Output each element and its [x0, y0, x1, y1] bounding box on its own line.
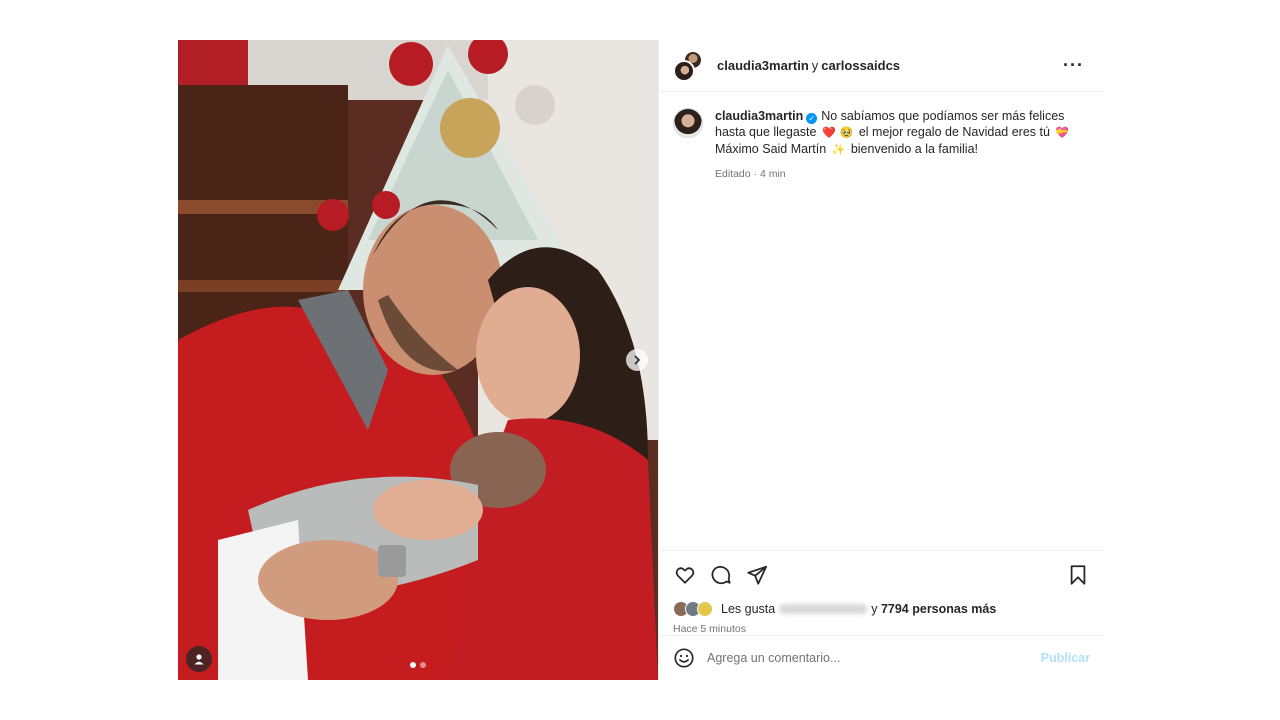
authors-conjunction: y — [811, 58, 819, 73]
post-caption: claudia3martin ✓ No sabíamos que podíamos … — [659, 92, 1102, 180]
post-side-panel: claudia3martin y carlossaidcs ··· claudia3… — [658, 40, 1102, 680]
post-dialog: claudia3martin y carlossaidcs ··· claudia3… — [178, 40, 1102, 680]
author-username-2[interactable]: carlossaidcs — [821, 58, 900, 73]
blurred-username — [779, 604, 868, 614]
likes-joiner: y — [871, 602, 878, 616]
carousel-dot — [420, 662, 426, 668]
action-bar — [659, 551, 1102, 599]
likes-summary[interactable]: Les gusta y 7794 personas más — [659, 599, 1102, 619]
post-photo — [178, 40, 658, 680]
post-header: claudia3martin y carlossaidcs ··· — [659, 40, 1102, 92]
likes-count[interactable]: 7794 personas más — [881, 602, 996, 616]
comment-icon — [711, 565, 731, 585]
emoji-picker-icon[interactable] — [673, 647, 695, 669]
liker-avatars — [673, 600, 717, 618]
user-tag-icon — [194, 654, 204, 665]
send-icon — [747, 565, 768, 585]
collab-avatars[interactable] — [673, 49, 705, 82]
caption-meta: Editado · 4 min — [715, 168, 786, 180]
author-username-1[interactable]: claudia3martin — [717, 58, 809, 73]
share-button[interactable] — [745, 563, 769, 587]
more-horizontal-icon: ··· — [1063, 55, 1084, 75]
avatar — [697, 601, 713, 617]
emoji: ❤️ — [821, 127, 836, 139]
chevron-right-icon — [634, 355, 641, 365]
avatar — [673, 59, 695, 82]
emoji: 🥹 — [839, 127, 854, 139]
caption-text: claudia3martin ✓ No sabíamos que podíamos … — [715, 108, 1090, 158]
comment-bar: Publicar — [659, 635, 1102, 680]
emoji: 💝 — [1055, 127, 1070, 139]
save-button[interactable] — [1066, 563, 1090, 587]
caption-username[interactable]: claudia3martin — [715, 109, 803, 123]
caption-part-2: el mejor regalo de Navidad eres tú — [858, 125, 1050, 139]
more-options-button[interactable]: ··· — [1057, 53, 1090, 78]
emoji: ✨ — [831, 144, 846, 156]
caption-part-3: Máximo Said Martín — [715, 142, 827, 156]
caption-part-4: bienvenido a la familia! — [850, 142, 978, 156]
verified-badge-icon: ✓ — [806, 113, 818, 124]
post-media — [178, 40, 658, 680]
carousel-indicator — [178, 662, 658, 668]
tagged-users-button[interactable] — [186, 646, 212, 672]
heart-icon — [675, 567, 695, 584]
avatar[interactable] — [673, 108, 703, 138]
bookmark-icon — [1070, 565, 1086, 585]
carousel-dot-active — [410, 662, 416, 668]
like-button[interactable] — [673, 563, 697, 587]
likes-prefix: Les gusta — [721, 602, 776, 616]
next-slide-button[interactable] — [626, 349, 648, 371]
post-footer: Les gusta y 7794 personas más Hace 5 min… — [659, 550, 1102, 641]
publish-button[interactable]: Publicar — [1041, 651, 1090, 665]
comment-button[interactable] — [709, 563, 733, 587]
comment-input[interactable] — [707, 651, 1041, 665]
post-authors: claudia3martin y carlossaidcs — [717, 58, 900, 73]
